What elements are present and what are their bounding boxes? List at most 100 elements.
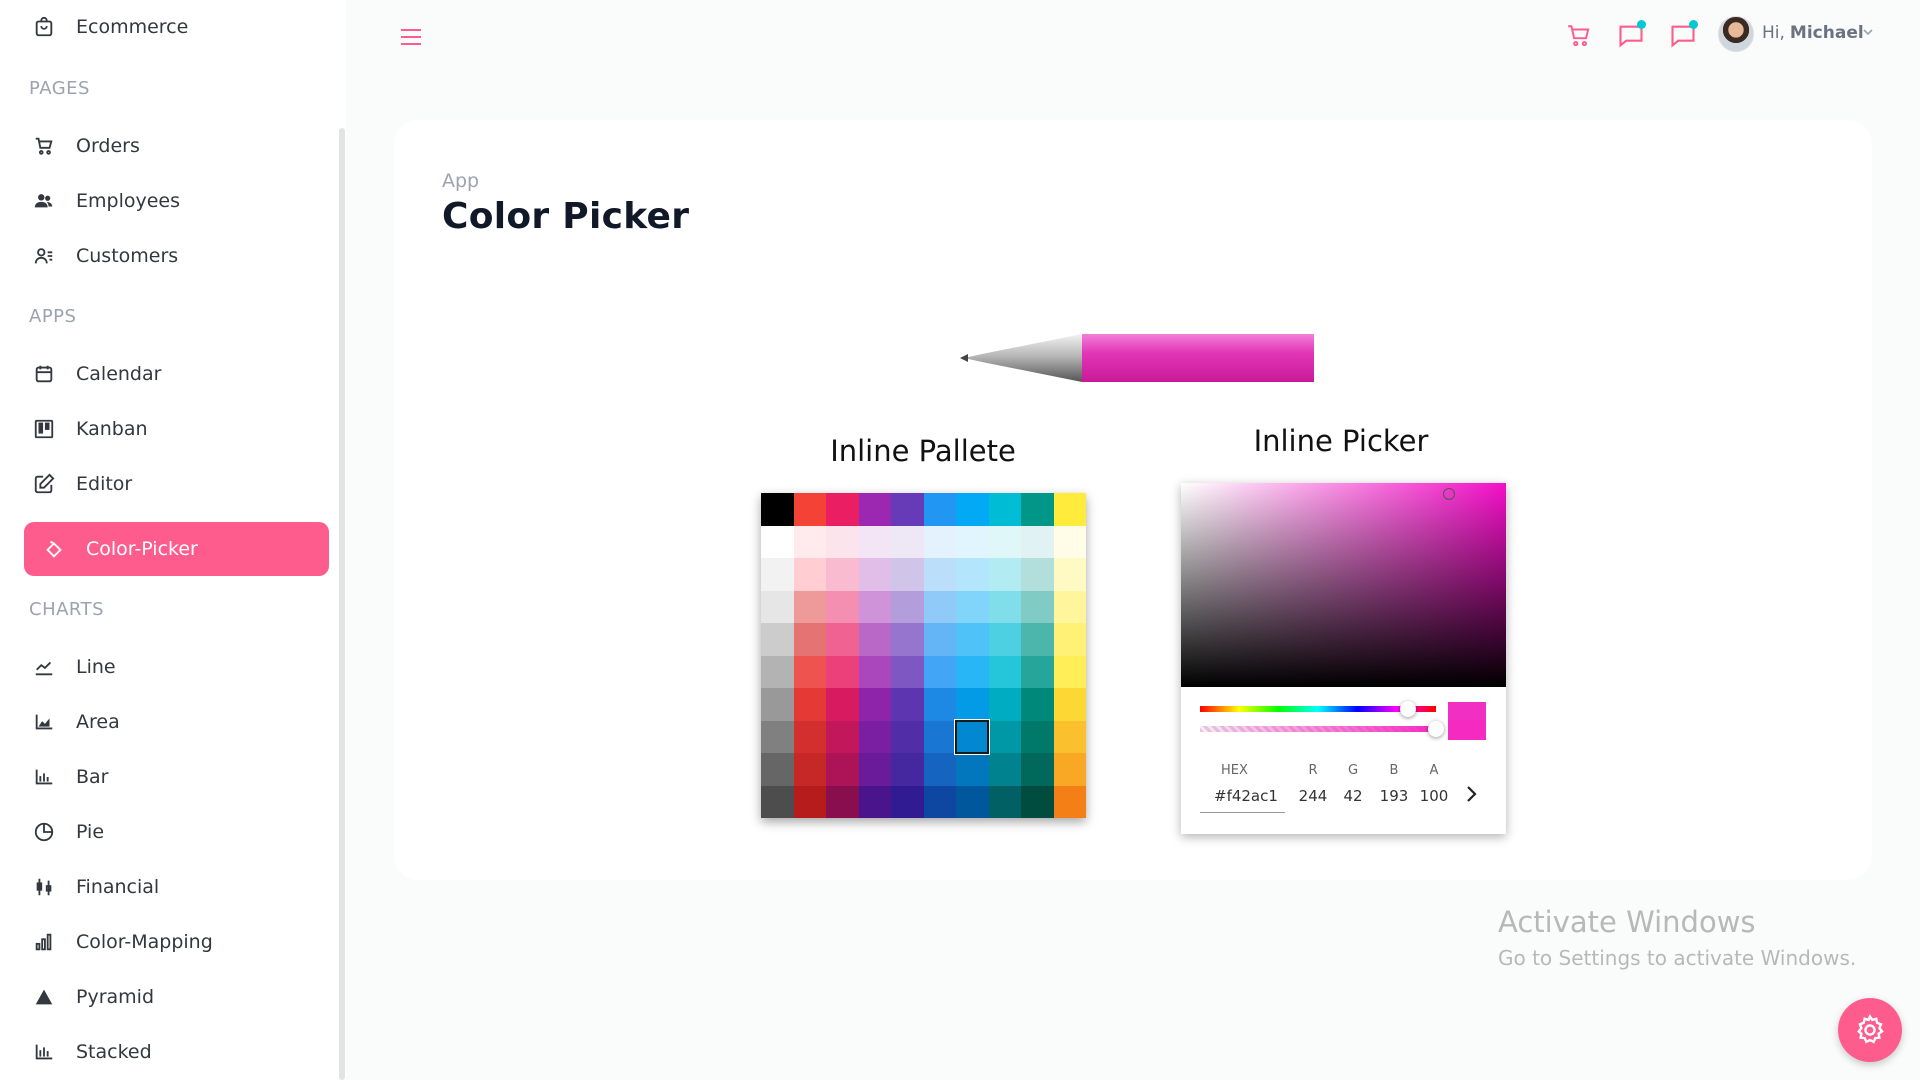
- palette-swatch[interactable]: [1053, 720, 1086, 753]
- palette-swatch[interactable]: [988, 720, 1021, 753]
- palette-swatch[interactable]: [1021, 655, 1054, 688]
- sidebar-item-pie[interactable]: Pie: [0, 805, 330, 859]
- palette-swatch[interactable]: [891, 558, 924, 591]
- color-palette[interactable]: [761, 493, 1086, 818]
- palette-swatch[interactable]: [826, 525, 859, 558]
- g-input[interactable]: 42: [1337, 787, 1369, 805]
- palette-swatch[interactable]: [891, 720, 924, 753]
- palette-swatch[interactable]: [988, 558, 1021, 591]
- sidebar-item-calendar[interactable]: Calendar: [0, 347, 330, 401]
- palette-swatch[interactable]: [891, 655, 924, 688]
- palette-swatch[interactable]: [761, 753, 794, 786]
- palette-swatch[interactable]: [793, 720, 826, 753]
- saturation-area[interactable]: [1181, 483, 1506, 687]
- palette-swatch[interactable]: [1021, 688, 1054, 721]
- palette-swatch[interactable]: [793, 753, 826, 786]
- settings-button[interactable]: [1838, 998, 1902, 1062]
- palette-swatch[interactable]: [1021, 753, 1054, 786]
- format-toggle[interactable]: [1465, 784, 1479, 809]
- palette-selected-tile[interactable]: [954, 719, 990, 755]
- palette-swatch[interactable]: [891, 688, 924, 721]
- palette-swatch[interactable]: [891, 590, 924, 623]
- palette-swatch[interactable]: [891, 753, 924, 786]
- palette-swatch[interactable]: [1021, 493, 1054, 526]
- palette-swatch[interactable]: [793, 525, 826, 558]
- sidebar-item-financial[interactable]: Financial: [0, 860, 330, 914]
- palette-swatch[interactable]: [923, 525, 956, 558]
- palette-swatch[interactable]: [1021, 623, 1054, 656]
- palette-swatch[interactable]: [761, 623, 794, 656]
- sidebar-item-customers[interactable]: Customers: [0, 229, 330, 283]
- palette-swatch[interactable]: [956, 493, 989, 526]
- palette-swatch[interactable]: [1053, 590, 1086, 623]
- palette-swatch[interactable]: [858, 720, 891, 753]
- palette-swatch[interactable]: [793, 688, 826, 721]
- palette-swatch[interactable]: [761, 590, 794, 623]
- palette-swatch[interactable]: [761, 688, 794, 721]
- palette-swatch[interactable]: [826, 493, 859, 526]
- sidebar-item-stacked[interactable]: Stacked: [0, 1025, 330, 1079]
- sidebar-item-line[interactable]: Line: [0, 640, 330, 694]
- sidebar-item-color-mapping[interactable]: Color-Mapping: [0, 915, 330, 969]
- palette-swatch[interactable]: [923, 590, 956, 623]
- palette-swatch[interactable]: [1053, 655, 1086, 688]
- palette-swatch[interactable]: [988, 753, 1021, 786]
- sidebar-item-area[interactable]: Area: [0, 695, 330, 749]
- palette-swatch[interactable]: [1021, 785, 1054, 818]
- opacity-slider[interactable]: [1200, 726, 1436, 732]
- palette-swatch[interactable]: [858, 623, 891, 656]
- palette-swatch[interactable]: [1053, 753, 1086, 786]
- palette-swatch[interactable]: [858, 785, 891, 818]
- palette-swatch[interactable]: [956, 525, 989, 558]
- palette-swatch[interactable]: [1021, 720, 1054, 753]
- palette-swatch[interactable]: [891, 493, 924, 526]
- palette-swatch[interactable]: [761, 493, 794, 526]
- palette-swatch[interactable]: [826, 623, 859, 656]
- palette-swatch[interactable]: [923, 558, 956, 591]
- r-input[interactable]: 244: [1295, 787, 1331, 805]
- palette-swatch[interactable]: [858, 655, 891, 688]
- palette-swatch[interactable]: [988, 590, 1021, 623]
- palette-swatch[interactable]: [891, 623, 924, 656]
- palette-swatch[interactable]: [858, 558, 891, 591]
- palette-swatch[interactable]: [1053, 558, 1086, 591]
- sidebar-scrollbar[interactable]: [339, 128, 345, 1080]
- palette-swatch[interactable]: [858, 688, 891, 721]
- palette-swatch[interactable]: [1053, 785, 1086, 818]
- palette-swatch[interactable]: [956, 590, 989, 623]
- palette-swatch[interactable]: [891, 785, 924, 818]
- palette-swatch[interactable]: [956, 785, 989, 818]
- a-input[interactable]: 100: [1415, 787, 1453, 805]
- sidebar-item-orders[interactable]: Orders: [0, 119, 330, 173]
- palette-swatch[interactable]: [988, 623, 1021, 656]
- palette-swatch[interactable]: [858, 525, 891, 558]
- palette-swatch[interactable]: [826, 720, 859, 753]
- palette-swatch[interactable]: [1021, 590, 1054, 623]
- palette-swatch[interactable]: [988, 493, 1021, 526]
- palette-swatch[interactable]: [988, 525, 1021, 558]
- notification-button[interactable]: [1665, 18, 1701, 54]
- avatar[interactable]: [1718, 16, 1754, 52]
- palette-swatch[interactable]: [793, 558, 826, 591]
- chevron-down-icon[interactable]: [1862, 26, 1874, 38]
- palette-swatch[interactable]: [826, 558, 859, 591]
- palette-swatch[interactable]: [923, 753, 956, 786]
- palette-swatch[interactable]: [793, 785, 826, 818]
- palette-swatch[interactable]: [761, 525, 794, 558]
- palette-swatch[interactable]: [988, 785, 1021, 818]
- palette-swatch[interactable]: [858, 493, 891, 526]
- palette-swatch[interactable]: [1053, 493, 1086, 526]
- palette-swatch[interactable]: [793, 623, 826, 656]
- palette-swatch[interactable]: [956, 623, 989, 656]
- palette-swatch[interactable]: [793, 590, 826, 623]
- palette-swatch[interactable]: [1053, 525, 1086, 558]
- palette-swatch[interactable]: [923, 655, 956, 688]
- user-greeting[interactable]: Hi, Michael: [1762, 23, 1864, 43]
- palette-swatch[interactable]: [1021, 558, 1054, 591]
- palette-swatch[interactable]: [858, 753, 891, 786]
- opacity-handle[interactable]: [1428, 721, 1444, 737]
- palette-swatch[interactable]: [956, 558, 989, 591]
- palette-swatch[interactable]: [826, 590, 859, 623]
- palette-swatch[interactable]: [923, 785, 956, 818]
- palette-swatch[interactable]: [826, 655, 859, 688]
